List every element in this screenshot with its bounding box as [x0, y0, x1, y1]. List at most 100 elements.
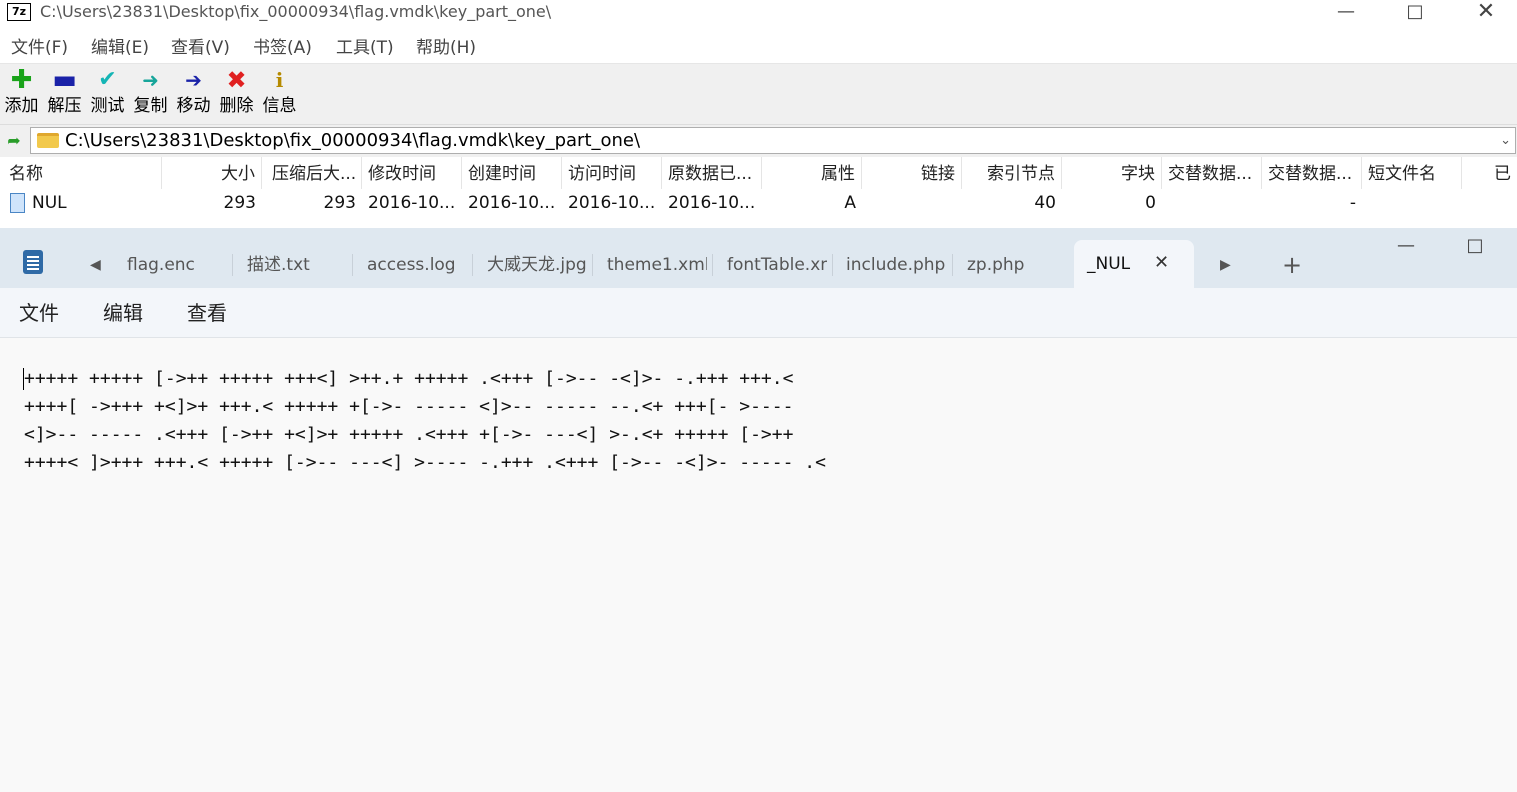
plus-icon: ✚ — [10, 65, 33, 95]
file-list: 名称 大小 压缩后大... 修改时间 创建时间 访问时间 原数据已... 属性 … — [0, 157, 1517, 227]
window-title: C:\Users\23831\Desktop\fix_00000934\flag… — [40, 2, 552, 21]
file-short-name — [1362, 189, 1462, 217]
tab-separator — [832, 254, 833, 276]
info-label: 信息 — [262, 96, 297, 116]
file-blocks: 0 — [1145, 193, 1156, 213]
minimize-icon[interactable]: — — [1316, 0, 1376, 24]
notepad-maximize-icon[interactable]: □ — [1445, 234, 1505, 258]
delete-x-icon: ✖ — [226, 66, 247, 94]
notepad-menu-file[interactable]: 文件 — [19, 288, 59, 337]
column-short-name[interactable]: 短文件名 — [1362, 157, 1462, 189]
menu-tools[interactable]: 工具(T) — [336, 33, 394, 63]
close-tab-icon[interactable]: ✕ — [1154, 240, 1169, 288]
tab-separator — [712, 254, 713, 276]
column-attributes[interactable]: 属性 — [762, 157, 862, 189]
extract-label: 解压 — [47, 96, 82, 116]
file-created: 2016-10... — [468, 193, 556, 213]
tab-include-php[interactable]: include.php — [846, 242, 946, 288]
check-icon: ✔ — [98, 67, 117, 92]
file-links — [862, 189, 962, 217]
file-inode: 40 — [1034, 193, 1056, 213]
address-field[interactable]: C:\Users\23831\Desktop\fix_00000934\flag… — [30, 127, 1516, 154]
code-line: ++++[ ->+++ +<]>+ +++.< +++++ +[->- ----… — [24, 396, 794, 417]
column-created[interactable]: 创建时间 — [462, 157, 562, 189]
file-attributes: A — [844, 193, 856, 213]
close-icon[interactable]: ✕ — [1456, 0, 1516, 24]
tab-jpg[interactable]: 大威天龙.jpg — [487, 242, 587, 288]
tab-access-log[interactable]: access.log — [367, 242, 467, 288]
active-tab-label: _NUL — [1087, 254, 1131, 274]
7zip-app-icon: 7z — [7, 3, 31, 21]
column-packed-size[interactable]: 压缩后大... — [262, 157, 362, 189]
tab-separator — [232, 254, 233, 276]
column-more[interactable]: 已 — [1462, 157, 1517, 189]
column-links[interactable]: 链接 — [862, 157, 962, 189]
notepad-menu-edit[interactable]: 编辑 — [103, 288, 143, 337]
code-line: ++++< ]>+++ +++.< +++++ [->-- ---<] >---… — [24, 452, 826, 473]
column-metadata-changed[interactable]: 原数据已... — [662, 157, 762, 189]
file-modified: 2016-10... — [368, 193, 456, 213]
tab-zp-php[interactable]: zp.php — [967, 242, 1067, 288]
tab-separator — [592, 254, 593, 276]
text-editor[interactable]: +++++ +++++ [->++ +++++ +++<] >++.+ ++++… — [0, 338, 1517, 792]
toolbar: ✚ 添加 ▬ 解压 ✔ 测试 ➜ 复制 ➔ 移动 ✖ 删除 i 信息 — [0, 63, 1517, 124]
address-bar: ➦ C:\Users\23831\Desktop\fix_00000934\fl… — [0, 124, 1517, 158]
info-button[interactable]: i 信息 — [258, 64, 301, 122]
menu-bar: 文件(F) 编辑(E) 查看(V) 书签(A) 工具(T) 帮助(H) — [0, 33, 1517, 63]
tab-separator — [352, 254, 353, 276]
column-blocks[interactable]: 字块 — [1062, 157, 1162, 189]
copy-arrow-icon: ➜ — [142, 68, 159, 92]
column-name[interactable]: 名称 — [0, 157, 162, 189]
up-folder-icon[interactable]: ➦ — [4, 131, 24, 151]
column-accessed[interactable]: 访问时间 — [562, 157, 662, 189]
notepad-tab-bar: ◀ flag.enc 描述.txt access.log 大威天龙.jpg th… — [0, 228, 1517, 288]
notepad-menu-bar: 文件 编辑 查看 — [0, 288, 1517, 338]
minus-icon: ▬ — [52, 65, 77, 95]
file-icon — [10, 193, 25, 213]
notepad-minimize-icon[interactable]: — — [1376, 234, 1436, 258]
add-button[interactable]: ✚ 添加 — [0, 64, 43, 122]
move-button[interactable]: ➔ 移动 — [172, 64, 215, 122]
file-accessed: 2016-10... — [568, 193, 656, 213]
code-line: +++++ +++++ [->++ +++++ +++<] >++.+ ++++… — [24, 368, 794, 389]
file-alt-streams-size: - — [1349, 193, 1356, 213]
column-inode[interactable]: 索引节点 — [962, 157, 1062, 189]
file-packed-size: 293 — [323, 193, 356, 213]
tab-flag-enc[interactable]: flag.enc — [127, 242, 227, 288]
menu-help[interactable]: 帮助(H) — [416, 33, 476, 63]
notepad-menu-view[interactable]: 查看 — [187, 288, 227, 337]
move-arrow-icon: ➔ — [185, 68, 202, 92]
extract-button[interactable]: ▬ 解压 — [43, 64, 86, 122]
delete-button[interactable]: ✖ 删除 — [215, 64, 258, 122]
file-metadata-changed: 2016-10... — [668, 193, 756, 213]
scroll-tabs-left-icon[interactable]: ◀ — [90, 242, 101, 288]
maximize-icon[interactable]: □ — [1385, 0, 1445, 24]
test-label: 测试 — [90, 96, 125, 116]
file-size: 293 — [223, 193, 256, 213]
column-alt-streams[interactable]: 交替数据... — [1162, 157, 1262, 189]
menu-edit[interactable]: 编辑(E) — [91, 33, 149, 63]
tab-description-txt[interactable]: 描述.txt — [247, 242, 347, 288]
tab-nul-active[interactable]: _NUL ✕ — [1074, 240, 1194, 288]
notepad-app-icon — [23, 250, 43, 274]
address-path[interactable]: C:\Users\23831\Desktop\fix_00000934\flag… — [65, 128, 640, 153]
menu-bookmarks[interactable]: 书签(A) — [253, 33, 312, 63]
menu-view[interactable]: 查看(V) — [171, 33, 230, 63]
test-button[interactable]: ✔ 测试 — [86, 64, 129, 122]
tab-separator — [472, 254, 473, 276]
move-label: 移动 — [176, 96, 211, 116]
chevron-down-icon[interactable]: ⌄ — [1500, 128, 1511, 153]
column-size[interactable]: 大小 — [162, 157, 262, 189]
tab-fonttable-xml[interactable]: fontTable.xml — [727, 242, 827, 288]
scroll-tabs-right-icon[interactable]: ▶ — [1220, 242, 1231, 288]
menu-file[interactable]: 文件(F) — [11, 33, 68, 63]
file-name[interactable]: NUL — [26, 189, 162, 217]
new-tab-icon[interactable]: + — [1282, 242, 1302, 288]
column-modified[interactable]: 修改时间 — [362, 157, 462, 189]
column-alt-streams-size[interactable]: 交替数据... — [1262, 157, 1362, 189]
tab-theme1-xml[interactable]: theme1.xml — [607, 242, 707, 288]
folder-icon — [37, 133, 59, 148]
copy-button[interactable]: ➜ 复制 — [129, 64, 172, 122]
tab-separator — [952, 254, 953, 276]
add-label: 添加 — [4, 96, 39, 116]
